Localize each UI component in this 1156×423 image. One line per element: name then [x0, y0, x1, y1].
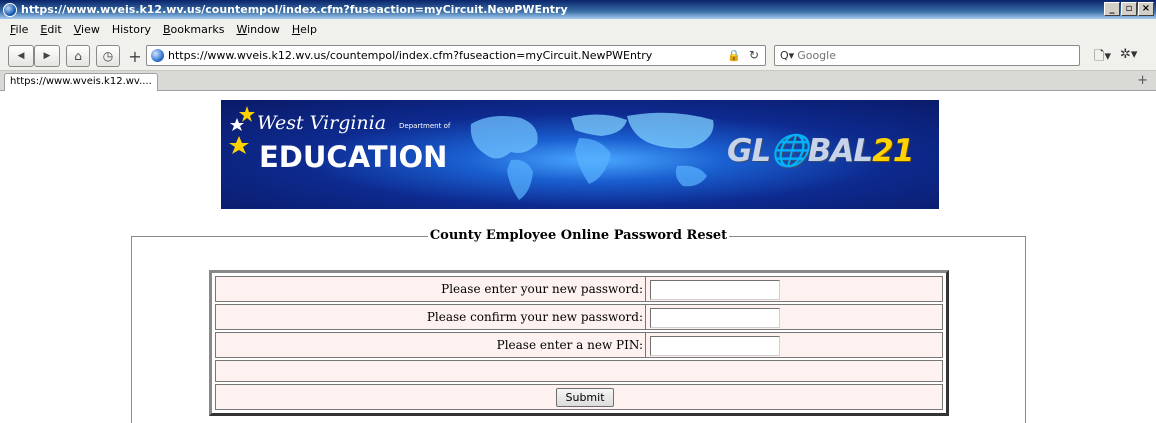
window-controls: _ ▫ × [1104, 2, 1154, 16]
navigation-toolbar: ◀ ▶ ⌂ ◷ + https://www.wveis.k12.wv.us/co… [0, 39, 1156, 71]
new-password-field[interactable] [650, 280, 780, 300]
new-pin-label: Please enter a new PIN: [216, 333, 646, 357]
menu-bar: File Edit View History Bookmarks Window … [0, 19, 1156, 39]
menu-window[interactable]: Window [230, 23, 285, 36]
back-button[interactable]: ◀ [8, 45, 34, 67]
new-tab-plus-icon[interactable]: + [1137, 73, 1148, 88]
menu-view[interactable]: View [68, 23, 106, 36]
table-row: Please confirm your new password: [215, 304, 943, 330]
search-engine-icon[interactable]: Q▾ [780, 49, 794, 62]
global21-logo: GL🌐BAL21 [727, 133, 914, 169]
back-arrow-icon: ◀ [17, 51, 25, 61]
education-text: EDUCATION [259, 140, 448, 174]
confirm-password-field[interactable] [650, 308, 780, 328]
minimize-button[interactable]: _ [1104, 2, 1120, 16]
home-icon: ⌂ [74, 49, 82, 63]
page-menu-icon[interactable]: 🗋▾ [1094, 47, 1111, 69]
table-row: Please enter a new PIN: [215, 332, 943, 358]
submit-button[interactable]: Submit [556, 388, 614, 407]
tab-strip: https://www.wveis.k12.wv.... + [0, 71, 1156, 91]
plus-icon: + [128, 46, 142, 66]
table-row-spacer [215, 360, 943, 382]
lock-icon[interactable]: 🔒 [727, 49, 741, 62]
table-row: Submit [215, 384, 943, 410]
password-reset-form: Please enter your new password: Please c… [209, 270, 949, 416]
history-button[interactable]: ◷ [96, 45, 120, 67]
world-map-graphic [470, 112, 714, 200]
window-title-bar: https://www.wveis.k12.wv.us/countempol/i… [0, 0, 1156, 19]
state-name-text: West Virginia [257, 112, 387, 134]
search-input[interactable] [797, 49, 1058, 62]
new-tab-button[interactable]: + [126, 45, 144, 67]
window-title: https://www.wveis.k12.wv.us/countempol/i… [21, 3, 568, 16]
tab-current-page[interactable]: https://www.wveis.k12.wv.... [4, 73, 158, 91]
reload-icon[interactable]: ↻ [749, 48, 759, 62]
confirm-password-label: Please confirm your new password: [216, 305, 646, 329]
menu-help[interactable]: Help [286, 23, 323, 36]
menu-file[interactable]: File [4, 23, 34, 36]
menu-edit[interactable]: Edit [34, 23, 67, 36]
search-bar[interactable]: Q▾ [774, 45, 1080, 66]
home-button[interactable]: ⌂ [66, 45, 90, 67]
close-button[interactable]: × [1138, 2, 1154, 16]
maximize-button[interactable]: ▫ [1121, 2, 1137, 16]
address-url[interactable]: https://www.wveis.k12.wv.us/countempol/i… [168, 49, 652, 62]
menu-bookmarks[interactable]: Bookmarks [157, 23, 230, 36]
fieldset-legend: County Employee Online Password Reset [132, 228, 1025, 243]
wv-education-banner: West Virginia Department of EDUCATION GL… [221, 100, 939, 209]
table-row: Please enter your new password: [215, 276, 943, 302]
new-password-label: Please enter your new password: [216, 277, 646, 301]
tools-gear-icon[interactable]: ✲▾ [1120, 47, 1137, 62]
menu-history[interactable]: History [106, 23, 157, 36]
clock-icon: ◷ [102, 49, 114, 63]
browser-icon [3, 2, 17, 17]
forward-arrow-icon: ▶ [43, 51, 51, 61]
department-text: Department of [399, 122, 451, 130]
form-title: County Employee Online Password Reset [427, 228, 730, 243]
new-pin-field[interactable] [650, 336, 780, 356]
forward-button[interactable]: ▶ [34, 45, 60, 67]
address-bar[interactable]: https://www.wveis.k12.wv.us/countempol/i… [146, 45, 766, 66]
globe-icon [151, 49, 164, 62]
